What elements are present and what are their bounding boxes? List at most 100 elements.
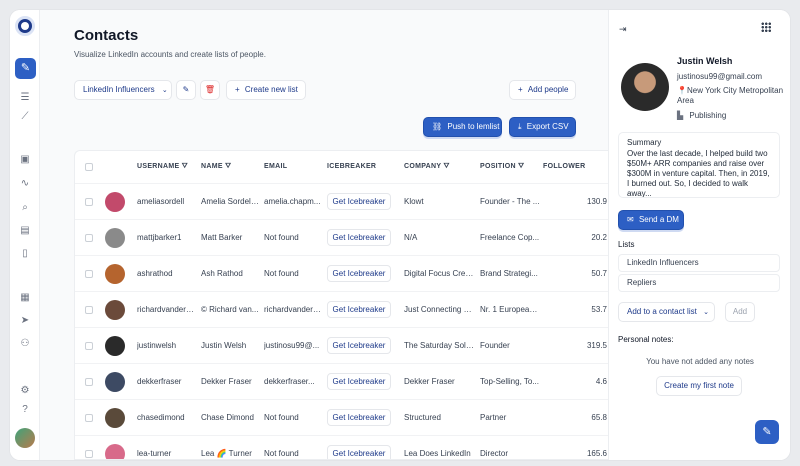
add-to-list-dropdown[interactable]: Add to a contact list ⌄ — [618, 302, 715, 322]
nav-list-icon[interactable]: ☰ — [18, 91, 32, 105]
get-icebreaker-button[interactable]: Get Icebreaker — [327, 373, 391, 390]
edit-list-button[interactable]: ✎ — [176, 80, 196, 100]
nav-settings-icon[interactable]: ⚙ — [18, 384, 32, 398]
table-row[interactable]: dekkerfraser Dekker Fraser dekkerfraser...… — [75, 363, 608, 399]
add-people-button[interactable]: + Add people — [509, 80, 576, 100]
column-header-username[interactable]: USERNAME ⛛ — [137, 163, 188, 171]
add-button[interactable]: Add — [725, 302, 755, 322]
get-icebreaker-button[interactable]: Get Icebreaker — [327, 409, 391, 426]
table-row[interactable]: lea-turner Lea 🌈 Turner Not found Get Icebr… — [75, 435, 608, 459]
row-checkbox[interactable] — [85, 414, 93, 422]
profile-email: justinosu99@gmail.com — [677, 72, 763, 81]
building-icon: ▙ — [677, 111, 684, 120]
cell-company: N/A — [404, 233, 418, 242]
get-icebreaker-button[interactable]: Get Icebreaker — [327, 229, 391, 246]
select-all-checkbox[interactable] — [85, 163, 93, 171]
cell-username[interactable]: chasedimond — [137, 400, 197, 436]
table-row[interactable]: ameliasordell Amelia Sordell... amelia.cha… — [75, 183, 608, 219]
table-row[interactable]: mattjbarker1 Matt Barker Not found Get Iceb… — [75, 219, 608, 255]
collapse-panel-icon[interactable]: ⇥ — [619, 24, 627, 35]
contact-avatar — [105, 408, 125, 428]
filter-icon[interactable]: ⛛ — [182, 163, 188, 170]
page-subtitle: Visualize LinkedIn accounts and create l… — [74, 50, 266, 59]
app-logo-icon[interactable] — [15, 16, 35, 36]
export-csv-button[interactable]: ⤓ Export CSV — [509, 117, 576, 137]
export-csv-label: Export CSV — [526, 122, 569, 131]
get-icebreaker-button[interactable]: Get Icebreaker — [327, 445, 391, 459]
column-header-position[interactable]: POSITION ⛛ — [480, 163, 524, 171]
summary-heading: Summary — [627, 138, 662, 147]
trash-icon: 🗑 — [204, 85, 216, 94]
apps-grid-icon[interactable] — [761, 22, 771, 32]
cell-followers: 65.8 — [591, 413, 607, 422]
cell-company: The Saturday Solo... — [404, 341, 476, 350]
column-header-email: EMAIL — [264, 163, 288, 170]
column-header-company[interactable]: COMPANY ⛛ — [404, 163, 450, 171]
contacts-table: USERNAME ⛛ NAME ⛛ EMAIL ICEBREAKER COMPA… — [74, 150, 608, 460]
location-pin-icon: 📍 — [677, 86, 687, 95]
push-lemlist-button[interactable]: ⛓ Push to lemlist — [423, 117, 502, 137]
list-select-dropdown[interactable]: LinkedIn Influencers ⌄ — [74, 80, 172, 100]
filter-icon[interactable]: ⛛ — [225, 163, 231, 170]
pencil-icon: ✎ — [762, 426, 772, 438]
cell-username[interactable]: mattjbarker1 — [137, 220, 197, 256]
cell-name: Lea 🌈 Turner — [201, 449, 252, 458]
cell-username[interactable]: justinwelsh — [137, 328, 197, 364]
cell-email: justinosu99@... — [264, 341, 320, 350]
create-note-button[interactable]: Create my first note — [656, 376, 742, 396]
cell-position: Partner — [480, 413, 507, 422]
nav-robot-icon[interactable]: ▣ — [18, 153, 32, 167]
row-checkbox[interactable] — [85, 378, 93, 386]
nav-document-icon[interactable]: ▦ — [18, 291, 32, 305]
filter-icon[interactable]: ⛛ — [518, 163, 524, 170]
notes-empty-text: You have not added any notes — [646, 357, 754, 366]
get-icebreaker-button[interactable]: Get Icebreaker — [327, 301, 391, 318]
cell-username[interactable]: ameliasordell — [137, 184, 197, 220]
nav-users-icon[interactable]: ⚇ — [18, 337, 32, 351]
nav-inbox-icon[interactable]: ▤ — [18, 224, 32, 238]
column-header-name[interactable]: NAME ⛛ — [201, 163, 231, 171]
mail-icon: ✉ — [627, 215, 634, 224]
list-item[interactable]: Repliers — [618, 274, 780, 292]
profile-industry: ▙ Publishing — [677, 111, 727, 120]
cell-name: Matt Barker — [201, 233, 243, 242]
row-checkbox[interactable] — [85, 198, 93, 206]
row-checkbox[interactable] — [85, 270, 93, 278]
cell-email: Not found — [264, 449, 299, 458]
nav-help-icon[interactable]: ? — [18, 403, 32, 417]
create-list-button[interactable]: + Create new list — [226, 80, 306, 100]
filter-icon[interactable]: ⛛ — [443, 163, 449, 170]
profile-panel: ⇥ Justin Welsh justinosu99@gmail.com 📍Ne… — [608, 10, 790, 460]
table-row[interactable]: richardvanderb... © Richard van... richard… — [75, 291, 608, 327]
table-row[interactable]: ashrathod Ash Rathod Not found Get Icebreak… — [75, 255, 608, 291]
nav-search-icon[interactable]: ⌕ — [18, 201, 32, 215]
cell-username[interactable]: richardvanderb... — [137, 292, 197, 328]
nav-contacts-icon[interactable]: ✎ — [15, 58, 36, 79]
nav-chart-icon[interactable]: ⟋ — [18, 110, 32, 124]
cell-followers: 53.7 — [591, 305, 607, 314]
delete-list-button[interactable]: 🗑 — [200, 80, 220, 100]
cell-position: Freelance Cop... — [480, 233, 540, 242]
table-row[interactable]: justinwelsh Justin Welsh justinosu99@... Ge… — [75, 327, 608, 363]
nav-send-icon[interactable]: ➤ — [18, 314, 32, 328]
nav-bookmark-icon[interactable]: ▯ — [18, 247, 32, 261]
link-icon: ⛓ — [432, 122, 443, 131]
cell-position: Top-Selling, To... — [480, 377, 539, 386]
send-dm-button[interactable]: ✉ Send a DM — [618, 210, 684, 230]
cell-username[interactable]: dekkerfraser — [137, 364, 197, 400]
cell-username[interactable]: ashrathod — [137, 256, 197, 292]
user-avatar[interactable] — [15, 428, 35, 448]
get-icebreaker-button[interactable]: Get Icebreaker — [327, 193, 391, 210]
list-item[interactable]: LinkedIn Influencers — [618, 254, 780, 272]
edit-fab-button[interactable]: ✎ — [755, 420, 779, 444]
row-checkbox[interactable] — [85, 306, 93, 314]
row-checkbox[interactable] — [85, 234, 93, 242]
table-row[interactable]: chasedimond Chase Dimond Not found Get Iceb… — [75, 399, 608, 435]
cell-username[interactable]: lea-turner — [137, 436, 197, 459]
row-checkbox[interactable] — [85, 450, 93, 458]
contact-avatar — [105, 372, 125, 392]
row-checkbox[interactable] — [85, 342, 93, 350]
get-icebreaker-button[interactable]: Get Icebreaker — [327, 337, 391, 354]
nav-activity-icon[interactable]: ∿ — [18, 177, 32, 191]
get-icebreaker-button[interactable]: Get Icebreaker — [327, 265, 391, 282]
